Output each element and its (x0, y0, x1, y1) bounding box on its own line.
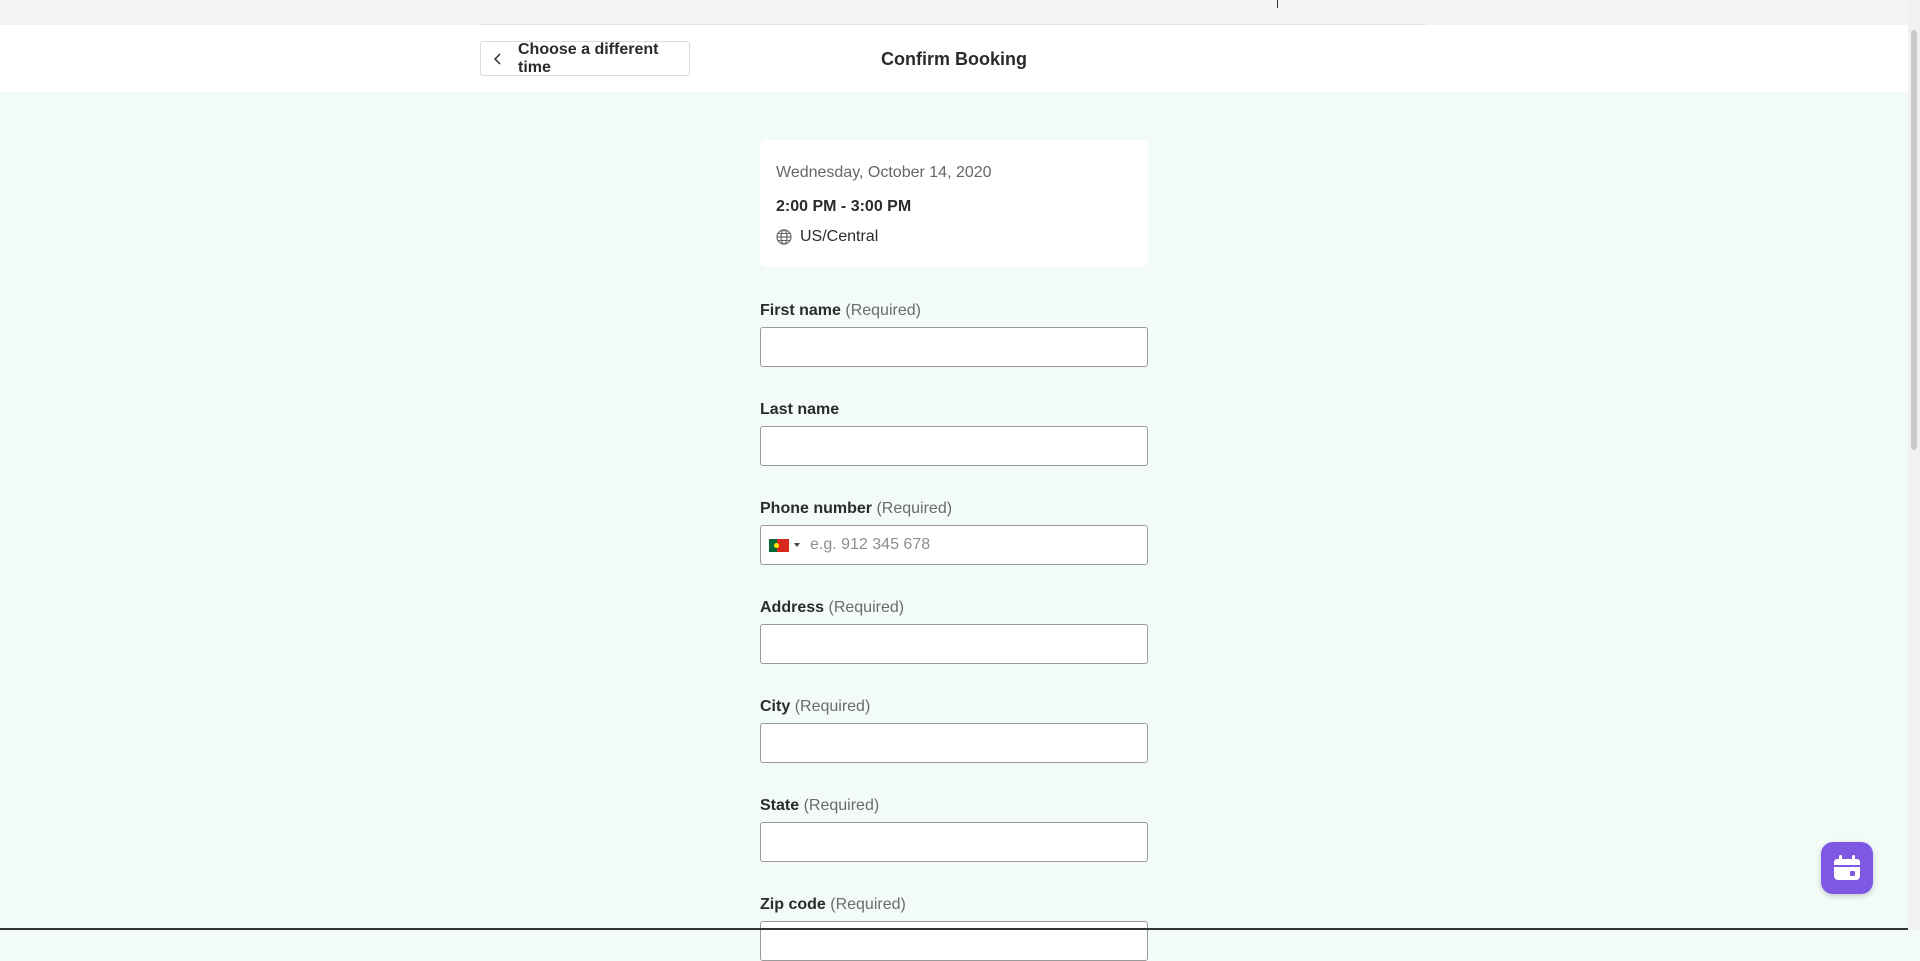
state-label-text: State (760, 797, 800, 814)
phone-field: Phone number (Required) (760, 500, 1148, 565)
zip-code-label-text: Zip code (760, 896, 826, 913)
calendar-icon (1834, 855, 1860, 880)
booking-widget-button[interactable] (1821, 842, 1873, 894)
required-indicator: (Required) (828, 599, 905, 616)
first-name-field: First name (Required) (760, 302, 1148, 367)
last-name-input[interactable] (761, 428, 1147, 464)
country-code-select[interactable] (761, 538, 800, 552)
state-field: State (Required) (760, 797, 1148, 862)
address-label-text: Address (760, 599, 825, 616)
text-caret (1277, 0, 1278, 8)
phone-label-text: Phone number (760, 500, 873, 517)
timezone-label: US/Central (800, 228, 879, 245)
required-indicator: (Required) (830, 896, 906, 913)
scrollbar-thumb[interactable] (1911, 30, 1917, 450)
city-input[interactable] (761, 725, 1147, 761)
city-field: City (Required) (760, 698, 1148, 763)
booking-form-container: Wednesday, October 14, 2020 2:00 PM - 3:… (760, 140, 1148, 961)
state-input[interactable] (761, 824, 1147, 860)
address-label: Address (Required) (760, 599, 1148, 617)
first-name-label: First name (Required) (760, 302, 1148, 320)
booking-date: Wednesday, October 14, 2020 (776, 164, 992, 181)
address-input[interactable] (761, 626, 1147, 662)
address-field: Address (Required) (760, 599, 1148, 664)
phone-label: Phone number (Required) (760, 500, 1148, 518)
required-indicator: (Required) (845, 302, 921, 319)
required-indicator: (Required) (794, 698, 871, 715)
required-indicator: (Required) (876, 500, 953, 517)
last-name-field: Last name (760, 401, 1148, 466)
last-name-label: Last name (760, 401, 840, 418)
zip-code-label: Zip code (Required) (760, 896, 1148, 914)
phone-input[interactable] (800, 527, 1147, 563)
scrollbar[interactable] (1908, 0, 1920, 930)
portugal-flag-icon (769, 538, 789, 552)
top-strip (0, 0, 1908, 25)
state-label: State (Required) (760, 797, 1148, 815)
city-label: City (Required) (760, 698, 1148, 716)
city-label-text: City (760, 698, 791, 715)
page-title: Confirm Booking (881, 49, 1027, 69)
header: Choose a different time Confirm Booking (0, 25, 1908, 92)
booking-time: 2:00 PM - 3:00 PM (776, 198, 912, 215)
first-name-input[interactable] (761, 329, 1147, 365)
required-indicator: (Required) (803, 797, 880, 814)
first-name-label-text: First name (760, 302, 841, 319)
timezone-row: US/Central (776, 228, 1132, 246)
globe-icon (776, 229, 792, 245)
booking-summary-card: Wednesday, October 14, 2020 2:00 PM - 3:… (760, 140, 1148, 267)
